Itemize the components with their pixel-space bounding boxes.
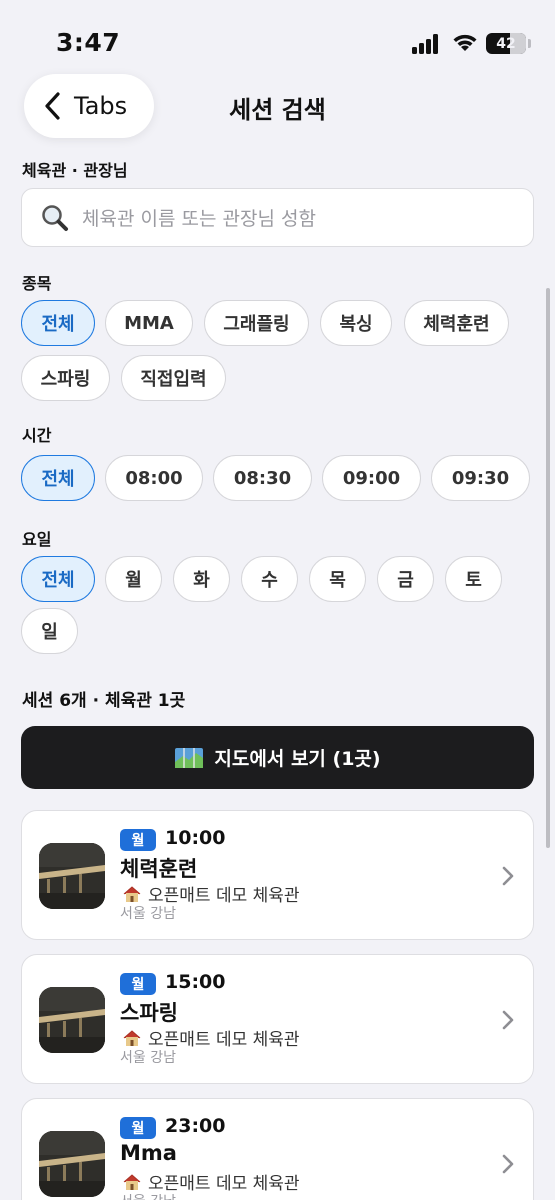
search-icon — [42, 204, 68, 231]
day-section-label: 요일 — [22, 530, 52, 549]
session-time: 10:00 — [165, 827, 226, 849]
time-chip-0830[interactable]: 08:30 — [213, 455, 312, 501]
gym-photo — [39, 987, 105, 1053]
time-chip-0800[interactable]: 08:00 — [105, 455, 203, 501]
map-button-label: 지도에서 보기 (1곳) — [214, 748, 381, 770]
session-card[interactable]: 월 10:00 체력훈련 오픈매트 데모 체육관 서울 강남 — [21, 810, 534, 940]
map-view-button[interactable]: 지도에서 보기 (1곳) — [21, 726, 534, 789]
time-chip-0930[interactable]: 09:30 — [431, 455, 530, 501]
results-summary: 세션 6개 · 체육관 1곳 — [22, 691, 186, 711]
page-title: 세션 검색 — [229, 96, 326, 124]
house-icon — [123, 1029, 141, 1046]
search-placeholder: 체육관 이름 또는 관장님 성함 — [82, 208, 316, 230]
battery-icon: 42 — [486, 33, 526, 54]
day-badge: 월 — [120, 1117, 156, 1139]
scrollbar[interactable] — [546, 288, 550, 848]
search-section-label: 체육관 · 관장님 — [22, 161, 128, 180]
time-section-label: 시간 — [22, 426, 52, 445]
sport-chip-mma[interactable]: MMA — [105, 300, 193, 346]
chevron-right-icon — [502, 1154, 514, 1174]
sport-chip-conditioning[interactable]: 체력훈련 — [404, 300, 509, 346]
sport-chip-sparring[interactable]: 스파링 — [21, 355, 110, 401]
wifi-icon — [453, 34, 477, 51]
day-chip-mon[interactable]: 월 — [105, 556, 162, 602]
house-icon — [123, 1173, 141, 1190]
time-chip-0900[interactable]: 09:00 — [322, 455, 421, 501]
gym-photo — [39, 1131, 105, 1197]
gym-region: 서울 강남 — [120, 906, 176, 922]
status-bar: 3:47 42 — [0, 0, 555, 70]
sport-chip-custom[interactable]: 직접입력 — [121, 355, 226, 401]
day-chip-fri[interactable]: 금 — [377, 556, 434, 602]
status-time: 3:47 — [56, 28, 121, 57]
session-title: Mma — [120, 1141, 177, 1165]
sport-chip-grappling[interactable]: 그래플링 — [204, 300, 309, 346]
chevron-right-icon — [502, 1010, 514, 1030]
house-icon — [123, 885, 141, 902]
day-chip-sat[interactable]: 토 — [445, 556, 502, 602]
session-title: 체력훈련 — [120, 857, 198, 881]
sport-chip-boxing[interactable]: 복싱 — [320, 300, 392, 346]
cellular-signal-icon — [412, 34, 442, 54]
session-time: 23:00 — [165, 1115, 226, 1137]
sport-section-label: 종목 — [22, 274, 52, 293]
day-chip-all[interactable]: 전체 — [21, 556, 95, 602]
battery-level: 42 — [496, 35, 516, 52]
search-input[interactable]: 체육관 이름 또는 관장님 성함 — [21, 188, 534, 247]
chevron-right-icon — [502, 866, 514, 886]
day-chip-thu[interactable]: 목 — [309, 556, 366, 602]
time-chip-all[interactable]: 전체 — [21, 455, 95, 501]
session-card[interactable]: 월 23:00 Mma 오픈매트 데모 체육관 서울 강남 — [21, 1098, 534, 1200]
session-card[interactable]: 월 15:00 스파링 오픈매트 데모 체육관 서울 강남 — [21, 954, 534, 1084]
sport-chip-all[interactable]: 전체 — [21, 300, 95, 346]
session-title: 스파링 — [120, 1001, 178, 1025]
day-badge: 월 — [120, 829, 156, 851]
day-chip-tue[interactable]: 화 — [173, 556, 230, 602]
map-icon — [175, 747, 204, 768]
day-chip-wed[interactable]: 수 — [241, 556, 298, 602]
day-chip-sun[interactable]: 일 — [21, 608, 78, 654]
gym-photo — [39, 843, 105, 909]
session-time: 15:00 — [165, 971, 226, 993]
gym-region: 서울 강남 — [120, 1191, 176, 1200]
day-badge: 월 — [120, 973, 156, 995]
gym-region: 서울 강남 — [120, 1050, 176, 1066]
